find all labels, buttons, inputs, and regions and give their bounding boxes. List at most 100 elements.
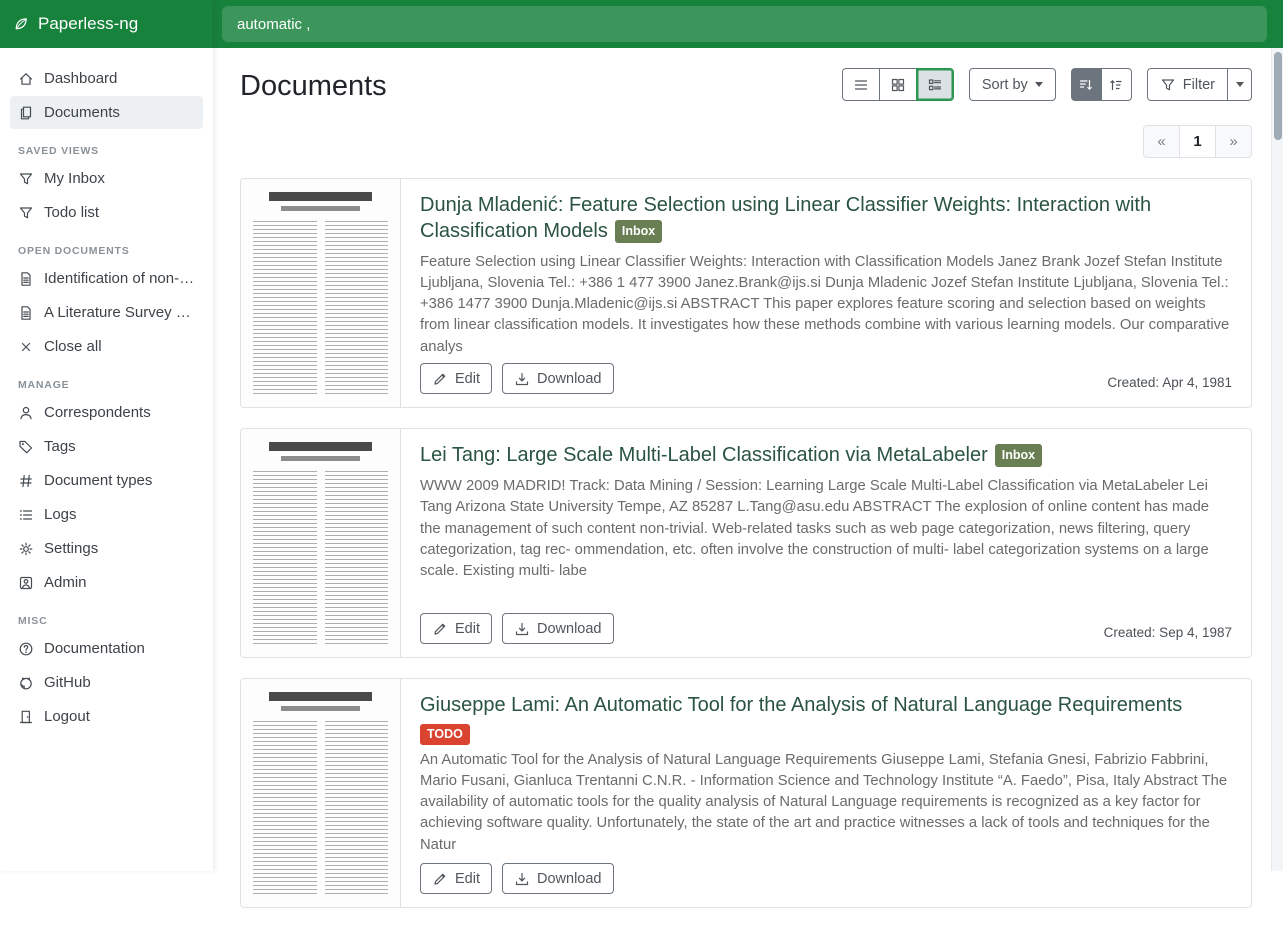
thumbnail-text-lines: [253, 221, 388, 396]
scrollbar-track[interactable]: [1271, 48, 1283, 871]
sidebar-item-label: Tags: [44, 438, 76, 455]
sidebar-item-label: Dashboard: [44, 70, 117, 87]
funnel-icon: [18, 205, 34, 221]
toolbar: Sort by Filter: [842, 68, 1252, 101]
edit-label: Edit: [455, 371, 480, 387]
sidebar-item-label: A Literature Survey on ...: [44, 304, 195, 321]
sidebar-heading-open-documents: OPEN DOCUMENTS: [18, 245, 195, 257]
sidebar-item-close-all[interactable]: Close all: [10, 330, 203, 363]
download-button[interactable]: Download: [502, 363, 614, 394]
file-text-icon: [18, 305, 34, 321]
sidebar-item-logs[interactable]: Logs: [10, 498, 203, 531]
sidebar-item-label: Admin: [44, 574, 87, 591]
sidebar-item-document-types[interactable]: Document types: [10, 464, 203, 497]
sidebar-item-my-inbox[interactable]: My Inbox: [10, 162, 203, 195]
detail-view-button[interactable]: [916, 68, 954, 101]
sidebar-item-label: GitHub: [44, 674, 91, 691]
sidebar-item-label: Logs: [44, 506, 77, 523]
document-thumbnail[interactable]: [241, 679, 401, 907]
document-thumbnail[interactable]: [241, 179, 401, 407]
created-date: Created: Apr 4, 1981: [1107, 375, 1232, 394]
sidebar-item-documents[interactable]: Documents: [10, 96, 203, 129]
pagination-page-1[interactable]: 1: [1179, 125, 1216, 158]
list-view-icon: [853, 77, 869, 93]
sort-ascending-button[interactable]: [1101, 68, 1132, 101]
sort-direction-group: [1071, 68, 1132, 101]
document-card-body: Lei Tang: Large Scale Multi-Label Classi…: [401, 429, 1251, 657]
document-title-link[interactable]: Giuseppe Lami: An Automatic Tool for the…: [420, 693, 1232, 719]
pencil-icon: [432, 871, 448, 887]
pagination-previous-button[interactable]: «: [1143, 125, 1180, 158]
close-icon: [18, 339, 34, 355]
top-navbar: [213, 0, 1283, 48]
edit-button[interactable]: Edit: [420, 363, 492, 394]
person-icon: [18, 405, 34, 421]
thumbnail-subtitle-line: [281, 206, 360, 211]
download-label: Download: [537, 621, 602, 637]
document-card-footer: Edit Download Created: Sep 4, 1987: [420, 613, 1232, 644]
tag-badge[interactable]: Inbox: [995, 444, 1042, 467]
filter-group: Filter: [1147, 68, 1252, 101]
sidebar-item-admin[interactable]: Admin: [10, 566, 203, 599]
sidebar-heading-saved-views: SAVED VIEWS: [18, 145, 195, 157]
document-card-footer: Edit Download: [420, 863, 1232, 894]
tag-badge[interactable]: Inbox: [615, 220, 662, 243]
list-view-button[interactable]: [842, 68, 880, 101]
sidebar-item-open-document-1[interactable]: Identification of non-fu...: [10, 262, 203, 295]
thumbnail-title-line: [269, 192, 372, 201]
tag-badge[interactable]: TODO: [420, 724, 470, 745]
sort-descending-button[interactable]: [1071, 68, 1102, 101]
question-circle-icon: [18, 641, 34, 657]
download-button[interactable]: Download: [502, 613, 614, 644]
thumbnail-subtitle-line: [281, 456, 360, 461]
funnel-icon: [18, 171, 34, 187]
filter-button[interactable]: Filter: [1147, 68, 1228, 101]
sidebar-item-dashboard[interactable]: Dashboard: [10, 62, 203, 95]
chevron-down-icon: [1035, 82, 1043, 87]
filter-label: Filter: [1183, 77, 1215, 93]
document-card: Lei Tang: Large Scale Multi-Label Classi…: [240, 428, 1252, 658]
edit-button[interactable]: Edit: [420, 613, 492, 644]
download-icon: [514, 371, 530, 387]
document-title-link[interactable]: Lei Tang: Large Scale Multi-Label Classi…: [420, 443, 1232, 469]
sidebar-item-correspondents[interactable]: Correspondents: [10, 396, 203, 429]
thumbnail-text-lines: [253, 721, 388, 896]
sidebar-item-todo-list[interactable]: Todo list: [10, 196, 203, 229]
thumbnail-text-lines: [253, 471, 388, 646]
edit-button[interactable]: Edit: [420, 863, 492, 894]
document-card-footer: Edit Download Created: Apr 4, 1981: [420, 363, 1232, 394]
sort-by-dropdown[interactable]: Sort by: [969, 68, 1056, 101]
document-tags-row: TODO: [420, 724, 1232, 745]
detail-view-icon: [927, 77, 943, 93]
document-title: Giuseppe Lami: An Automatic Tool for the…: [420, 694, 1182, 716]
sidebar-item-open-document-2[interactable]: A Literature Survey on ...: [10, 296, 203, 329]
document-card-body: Dunja Mladenić: Feature Selection using …: [401, 179, 1251, 407]
document-title: Lei Tang: Large Scale Multi-Label Classi…: [420, 444, 988, 466]
sidebar-item-github[interactable]: GitHub: [10, 666, 203, 699]
filter-dropdown-toggle[interactable]: [1227, 68, 1252, 101]
sidebar-item-label: Identification of non-fu...: [44, 270, 195, 287]
page-title: Documents: [240, 70, 387, 103]
sidebar-item-settings[interactable]: Settings: [10, 532, 203, 565]
grid-view-button[interactable]: [879, 68, 917, 101]
sidebar-item-logout[interactable]: Logout: [10, 700, 203, 733]
pagination-next-button[interactable]: »: [1215, 125, 1252, 158]
sidebar-item-tags[interactable]: Tags: [10, 430, 203, 463]
download-button[interactable]: Download: [502, 863, 614, 894]
document-card: Giuseppe Lami: An Automatic Tool for the…: [240, 678, 1252, 908]
pagination-row: « 1 »: [240, 125, 1252, 158]
pagination: « 1 »: [1143, 125, 1252, 158]
documents-icon: [18, 105, 34, 121]
document-title-link[interactable]: Dunja Mladenić: Feature Selection using …: [420, 193, 1232, 245]
search-input[interactable]: [222, 6, 1267, 42]
document-card-body: Giuseppe Lami: An Automatic Tool for the…: [401, 679, 1251, 907]
funnel-icon: [1160, 77, 1176, 93]
sidebar-item-label: Todo list: [44, 204, 99, 221]
list-icon: [18, 507, 34, 523]
document-thumbnail[interactable]: [241, 429, 401, 657]
scrollbar-thumb[interactable]: [1274, 52, 1282, 140]
document-actions: Edit Download: [420, 363, 614, 394]
download-icon: [514, 871, 530, 887]
sidebar-item-documentation[interactable]: Documentation: [10, 632, 203, 665]
app-brand[interactable]: Paperless-ng: [0, 0, 213, 48]
